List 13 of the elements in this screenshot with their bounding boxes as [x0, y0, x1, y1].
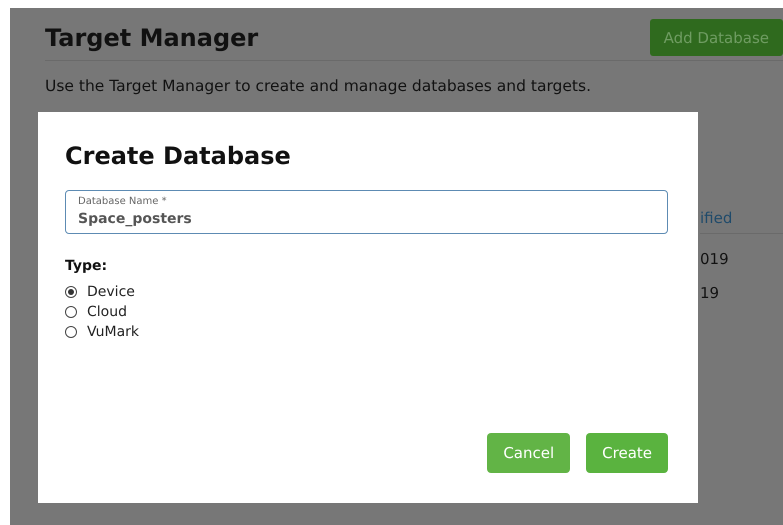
radio-button[interactable] — [65, 306, 77, 318]
table-cell-text: 19 — [700, 284, 720, 302]
radio-label[interactable]: Cloud — [87, 304, 127, 320]
page-description: Use the Target Manager to create and manage databases and targets. — [45, 77, 592, 95]
database-name-field[interactable]: Database Name * Space_posters — [65, 190, 668, 234]
radio-label[interactable]: VuMark — [87, 324, 140, 340]
table-cell-text: 019 — [700, 250, 730, 268]
radio-label[interactable]: Device — [87, 284, 135, 300]
page-title: Target Manager — [45, 24, 258, 52]
radio-button[interactable] — [65, 286, 77, 298]
type-label: Type: — [65, 258, 108, 274]
radio-button[interactable] — [65, 326, 77, 338]
dialog-title: Create Database — [65, 142, 292, 170]
